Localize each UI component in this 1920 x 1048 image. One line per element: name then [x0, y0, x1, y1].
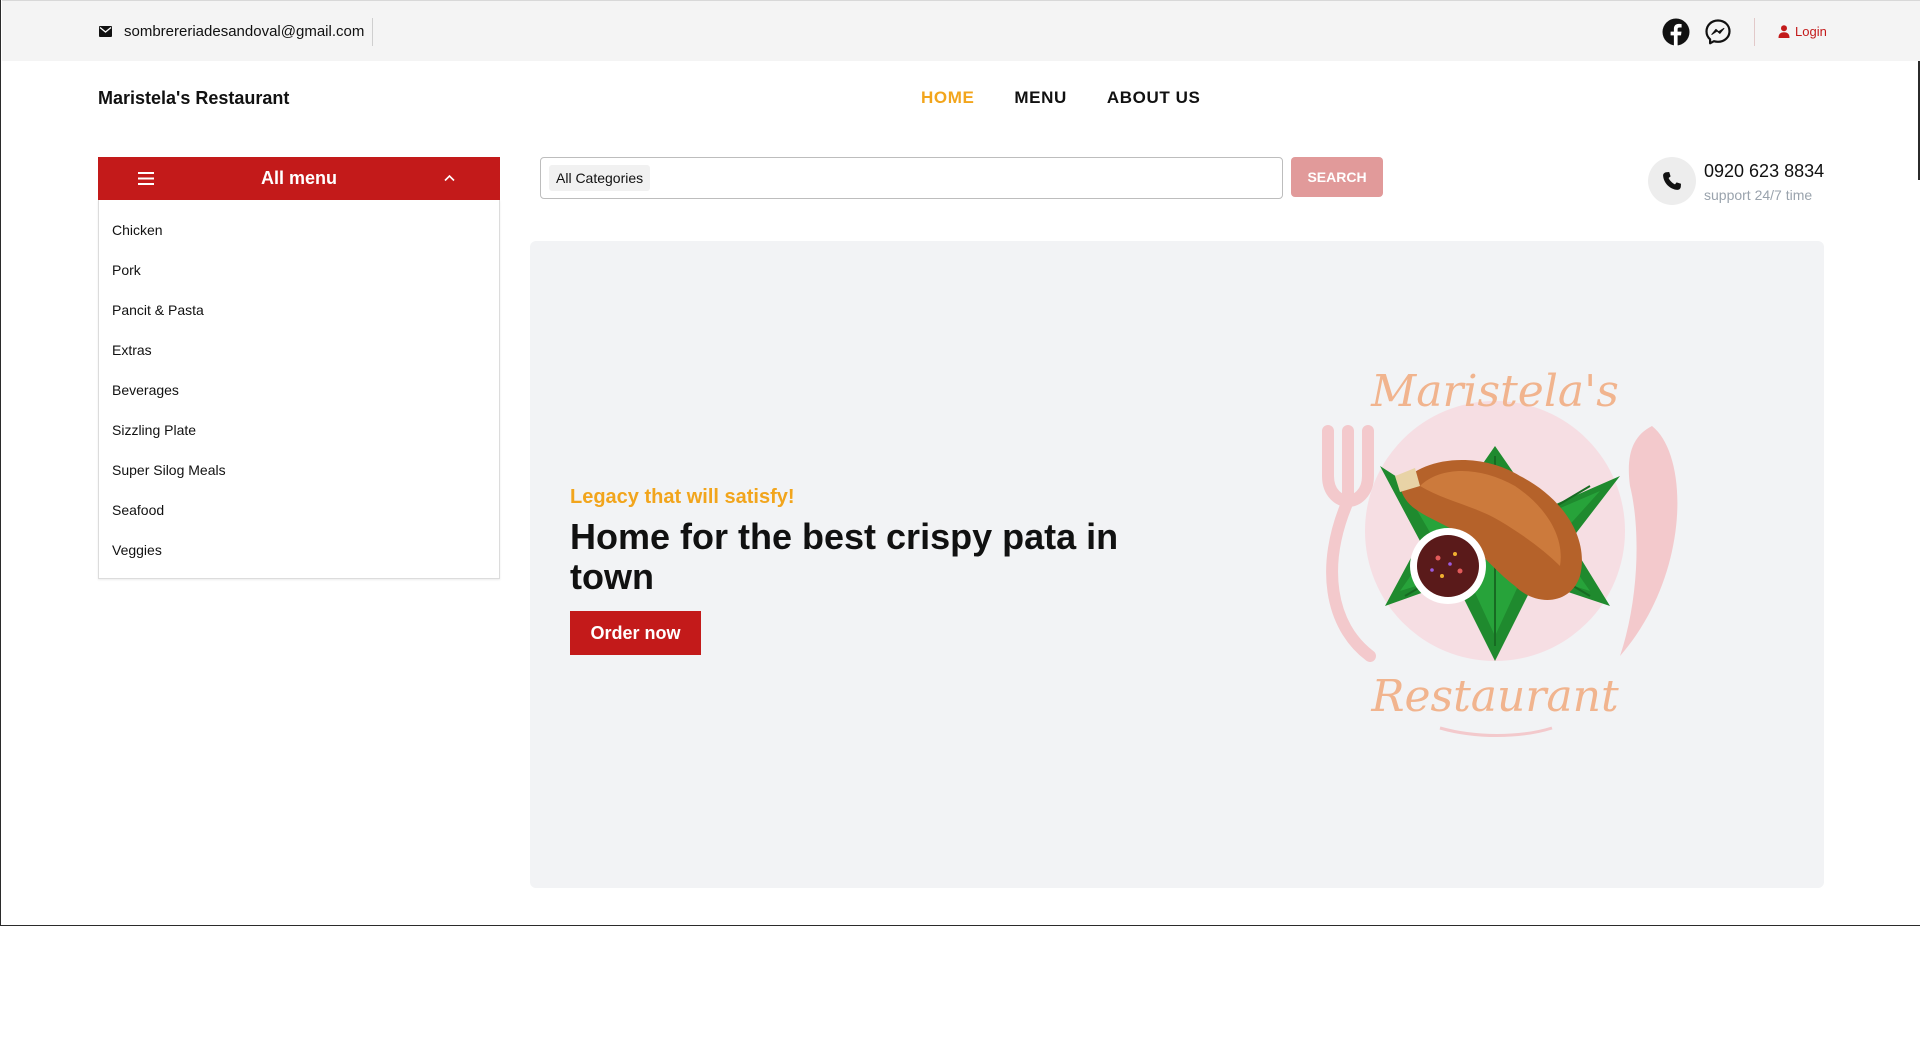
category-select[interactable]: All Categories: [549, 165, 651, 191]
category-item-extras[interactable]: Extras: [99, 330, 499, 370]
all-menu-title: All menu: [260, 168, 337, 188]
category-sidebar: All menu Chicken Pork Pancit & Pasta Ext…: [98, 157, 500, 579]
support-text: support 24/7 time: [1704, 187, 1813, 203]
facebook-icon[interactable]: [1662, 18, 1690, 46]
nav-about-us[interactable]: ABOUT US: [1107, 88, 1201, 108]
order-now-button[interactable]: Order now: [570, 611, 701, 655]
restaurant-logo: Maristela's Restaurant: [1322, 366, 1678, 737]
browser-viewport: sombrereriadesandoval@gmail.com Login Ma…: [0, 0, 1920, 926]
phone-icon: [1663, 172, 1681, 190]
email-text: sombrereriadesandoval@gmail.com: [124, 23, 365, 40]
search-button[interactable]: SEARCH: [1291, 157, 1383, 197]
hero-tagline: Legacy that will satisfy!: [570, 486, 795, 508]
login-link[interactable]: Login: [1778, 24, 1827, 39]
search-input[interactable]: [661, 163, 1271, 193]
knife-icon: [1620, 426, 1678, 656]
login-label: Login: [1795, 24, 1827, 39]
messenger-icon[interactable]: [1704, 18, 1732, 46]
brand-name[interactable]: Maristela's Restaurant: [98, 88, 289, 109]
divider: [372, 18, 373, 46]
contact-email[interactable]: sombrereriadesandoval@gmail.com: [99, 23, 364, 40]
nav-home[interactable]: HOME: [921, 88, 974, 108]
chevron-up-icon: [444, 174, 455, 182]
user-icon: [1778, 25, 1790, 38]
category-item-beverages[interactable]: Beverages: [99, 370, 499, 410]
phone-number[interactable]: 0920 623 8834: [1704, 161, 1824, 182]
search-bar: All Categories: [540, 157, 1283, 199]
social-links: [1662, 18, 1732, 46]
fork-icon: [1322, 425, 1376, 662]
category-item-veggies[interactable]: Veggies: [99, 530, 499, 570]
main-nav: HOME MENU ABOUT US: [921, 88, 1200, 108]
category-item-super-silog-meals[interactable]: Super Silog Meals: [99, 450, 499, 490]
nav-menu[interactable]: MENU: [1014, 88, 1066, 108]
hero-headline: Home for the best crispy pata in town: [570, 516, 1119, 597]
all-menu-toggle[interactable]: All menu: [98, 157, 500, 200]
mail-icon: [99, 26, 112, 37]
top-bar: sombrereriadesandoval@gmail.com Login: [2, 0, 1920, 61]
divider: [1754, 18, 1755, 46]
logo-bottom-text: Restaurant: [1370, 671, 1619, 722]
category-list: Chicken Pork Pancit & Pasta Extras Bever…: [98, 200, 500, 579]
category-item-pancit-pasta[interactable]: Pancit & Pasta: [99, 290, 499, 330]
category-item-seafood[interactable]: Seafood: [99, 490, 499, 530]
phone-badge: [1648, 157, 1696, 205]
category-item-sizzling-plate[interactable]: Sizzling Plate: [99, 410, 499, 450]
sauce-bowl-icon: [1410, 528, 1486, 604]
category-item-pork[interactable]: Pork: [99, 250, 499, 290]
category-item-chicken[interactable]: Chicken: [99, 210, 499, 250]
hero-banner: Legacy that will satisfy! Home for the b…: [530, 241, 1824, 888]
logo-top-text: Maristela's: [1370, 366, 1619, 417]
